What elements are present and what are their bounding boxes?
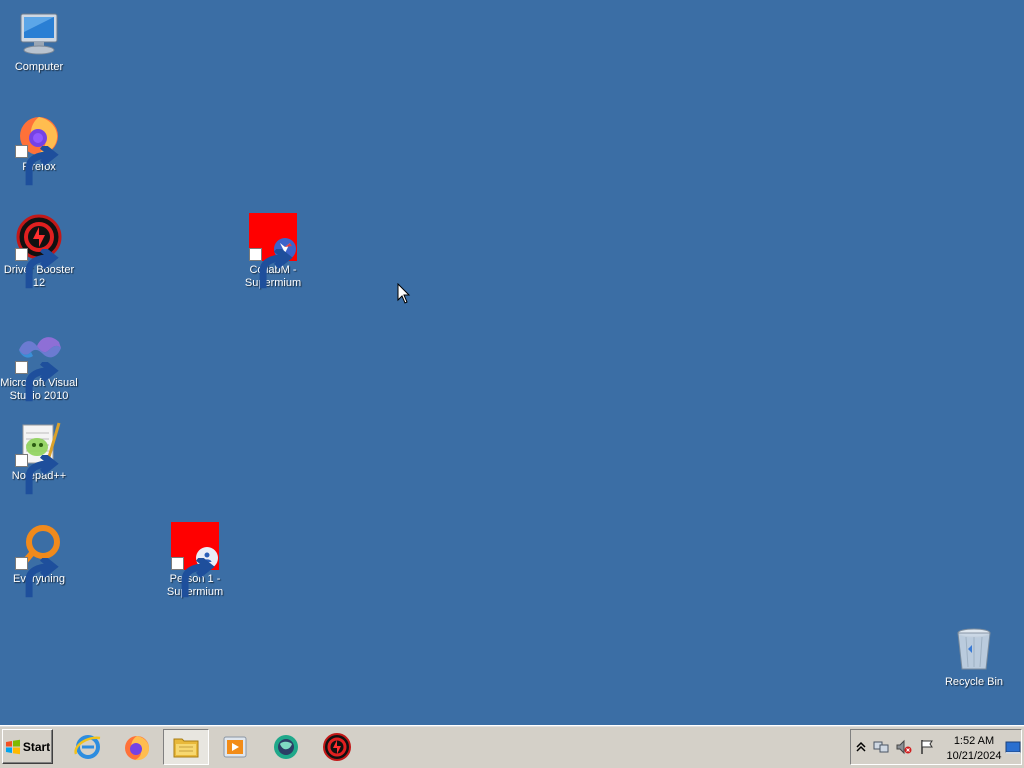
- shortcut-arrow-icon: [171, 557, 215, 598]
- firefox-icon: [125, 736, 150, 761]
- windows-logo-icon: [5, 739, 20, 754]
- driver-booster-icon: [323, 733, 351, 761]
- start-label: Start: [22, 739, 51, 754]
- taskbar-chat-app[interactable]: [263, 729, 309, 765]
- taskbar-file-explorer[interactable]: [163, 729, 209, 765]
- system-tray: 1:52 AM 10/21/2024: [850, 729, 1022, 765]
- desktop-icon-driver-booster[interactable]: Driver Booster 12: [0, 213, 78, 290]
- desktop-icon-recycle-bin[interactable]: Recycle Bin: [935, 625, 1013, 689]
- taskbar: Start 1:52 AM 10/21/2024: [0, 725, 1024, 768]
- clock-time: 1:52 AM: [953, 735, 995, 747]
- desktop-icon-visual-studio[interactable]: Microsoft Visual Studio 2010: [0, 326, 78, 403]
- media-player-icon: [223, 736, 247, 758]
- shortcut-arrow-icon: [15, 361, 59, 402]
- computer-icon: [15, 10, 63, 58]
- shortcut-arrow-icon: [249, 248, 293, 289]
- desktop-icon-label: Computer: [14, 61, 64, 73]
- clock-date: 10/21/2024: [946, 750, 1002, 762]
- visual-studio-icon: [15, 326, 63, 402]
- firefox-icon: [15, 110, 63, 186]
- taskbar-media-player[interactable]: [212, 729, 258, 765]
- desktop-icon-person-supermium[interactable]: Person 1 - Supermium: [156, 522, 234, 599]
- desktop-icon-everything[interactable]: Everything: [0, 522, 78, 598]
- internet-explorer-icon: [74, 735, 101, 759]
- shortcut-arrow-icon: [15, 557, 59, 598]
- driver-booster-icon: [15, 213, 63, 289]
- volume-muted-icon[interactable]: [896, 739, 912, 755]
- shortcut-arrow-icon: [15, 248, 59, 289]
- desktop-icon-firefox[interactable]: Firefox: [0, 110, 78, 186]
- desktop-icon-notepadpp[interactable]: Notepad++: [0, 419, 78, 495]
- desktop-icon-computer[interactable]: Computer: [0, 10, 78, 74]
- desktop-icon-label: Recycle Bin: [944, 676, 1004, 688]
- start-button[interactable]: Start: [2, 729, 53, 764]
- chat-app-icon: [274, 735, 298, 759]
- taskbar-driver-booster[interactable]: [314, 729, 360, 765]
- show-desktop-icon[interactable]: [1005, 740, 1021, 756]
- action-center-flag-icon[interactable]: [919, 739, 935, 755]
- desktop-icon-collabm-supermium[interactable]: CollabM - Supermium: [234, 213, 312, 290]
- person-supermium-icon: [171, 522, 219, 598]
- shortcut-arrow-icon: [15, 454, 59, 495]
- clock[interactable]: 1:52 AM 10/21/2024: [943, 734, 1005, 764]
- taskbar-firefox[interactable]: [114, 729, 160, 765]
- file-explorer-icon: [173, 738, 199, 758]
- mouse-cursor-icon: [397, 283, 411, 304]
- collabm-supermium-icon: [249, 213, 297, 289]
- shortcut-arrow-icon: [15, 145, 59, 186]
- everything-icon: [15, 522, 63, 598]
- desktop[interactable]: Computer Firefox Driver Booster 12 Colla…: [0, 0, 1024, 725]
- recycle-bin-icon: [950, 625, 998, 673]
- taskbar-internet-explorer[interactable]: [65, 729, 111, 765]
- notepadpp-icon: [15, 419, 63, 495]
- network-icon[interactable]: [873, 739, 889, 755]
- show-hidden-icons-chevron[interactable]: [853, 739, 869, 755]
